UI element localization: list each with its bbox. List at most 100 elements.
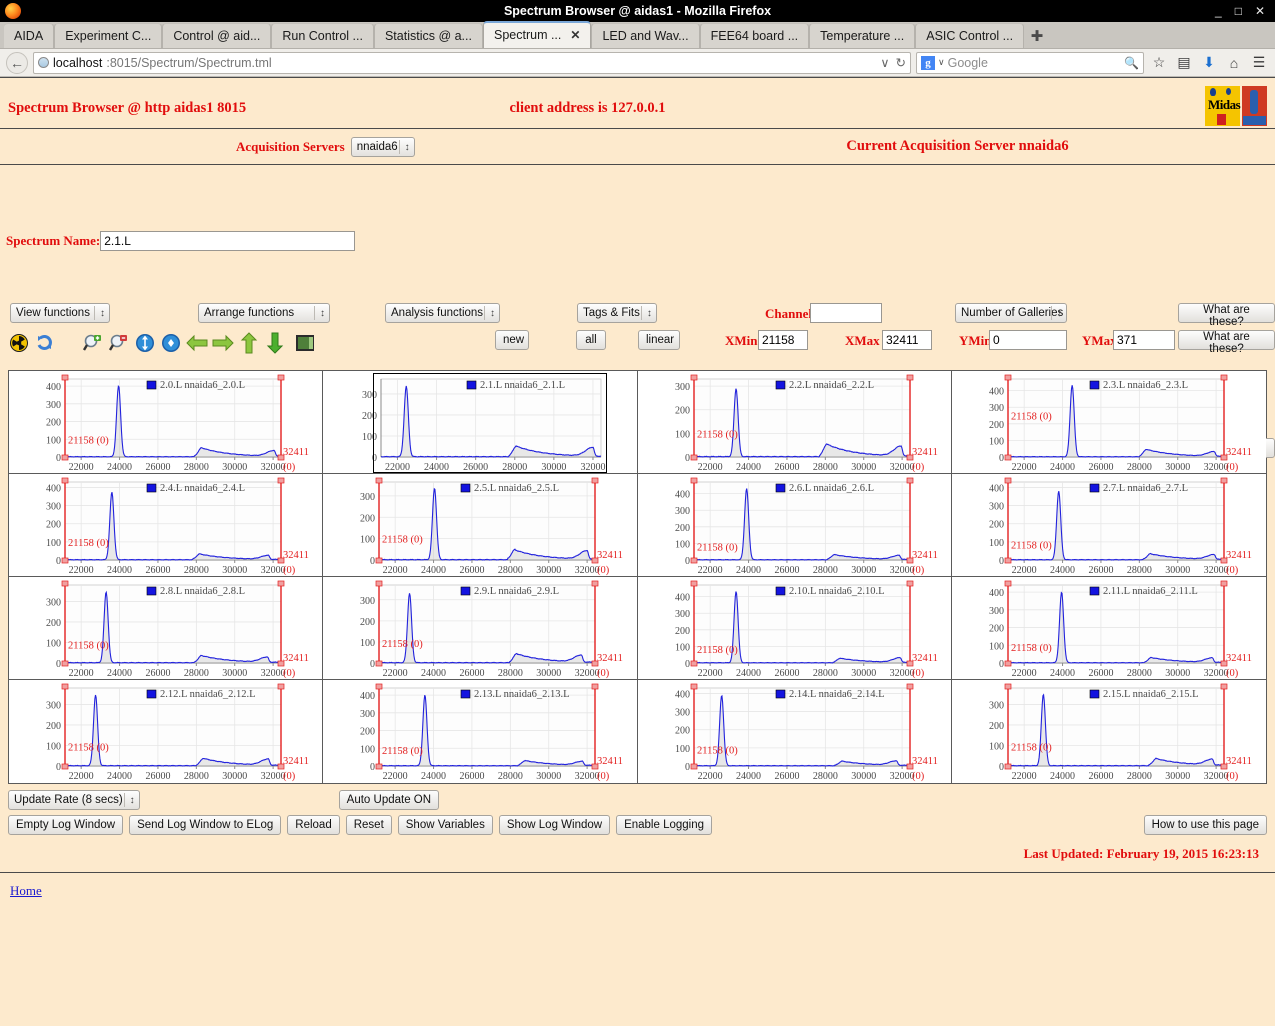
auto-update-button[interactable]: Auto Update ON: [338, 790, 440, 810]
minimize-button[interactable]: _: [1215, 0, 1222, 22]
tab-spectrum[interactable]: Spectrum ... ✕: [482, 21, 592, 48]
spectrum-panel-2-6-L[interactable]: 0 100 200 300 400 22000 24000 26000 28000 30000 32…: [637, 474, 952, 577]
spectrum-plot[interactable]: 0 100 200 300 400 22000 24000 26000 28000 30000 32…: [637, 680, 951, 783]
spectrum-plot[interactable]: 0 100 200 300 22000 24000 26000 28000 30000 32000…: [9, 577, 323, 679]
enable-logging-button[interactable]: Enable Logging: [616, 815, 713, 835]
empty-log-window-button[interactable]: Empty Log Window: [8, 815, 124, 835]
channel-input[interactable]: [810, 303, 882, 323]
spectrum-plot[interactable]: 0 100 200 300 400 22000 24000 26000 28000 30000 32…: [951, 474, 1266, 576]
arrow-down-icon[interactable]: [262, 332, 288, 354]
spectrum-panel-2-9-L[interactable]: 0 100 200 300 22000 24000 26000 28000 30000 32000…: [323, 577, 638, 680]
spectrum-panel-2-0-L[interactable]: 0 100 200 300 400 22000 24000 26000 28000 30000 32…: [9, 371, 324, 474]
expand-vertical-icon[interactable]: [132, 332, 158, 354]
tags-and-fits-select[interactable]: Tags & Fits: [577, 303, 657, 323]
tab-statistics[interactable]: Statistics @ a...: [373, 23, 483, 48]
reader-mode-icon[interactable]: ▤: [1174, 54, 1194, 71]
arrange-functions-select[interactable]: Arrange functions: [198, 303, 330, 323]
arrow-right-icon[interactable]: [210, 332, 236, 354]
spectrum-panel-2-3-L[interactable]: 0 100 200 300 400 22000 24000 26000 28000 30000 32…: [951, 371, 1266, 474]
reload-icon[interactable]: ↻: [896, 55, 906, 70]
arrow-up-icon[interactable]: [236, 332, 262, 354]
acquisition-server-select[interactable]: nnaida6: [350, 137, 415, 157]
arrow-left-icon[interactable]: [184, 332, 210, 354]
spectrum-panel-2-7-L[interactable]: 0 100 200 300 400 22000 24000 26000 28000 30000 32…: [951, 474, 1266, 577]
how-to-use-this-page-button[interactable]: How to use this page: [1143, 815, 1267, 835]
analysis-functions-select[interactable]: Analysis functions: [385, 303, 500, 323]
search-engine-dropdown-icon[interactable]: ∨: [938, 57, 945, 68]
spectrum-plot[interactable]: 0 100 200 300 400 22000 24000 26000 28000 30000 32…: [951, 371, 1266, 473]
tab-run-control[interactable]: Run Control ...: [271, 23, 374, 48]
ymin-input[interactable]: [989, 330, 1067, 350]
xmin-input[interactable]: [758, 330, 808, 350]
back-icon[interactable]: ←: [6, 51, 28, 74]
spectrum-panel-2-4-L[interactable]: 0 100 200 300 400 22000 24000 26000 28000 30000 32…: [9, 474, 324, 577]
what-are-these-button-2[interactable]: What are these?: [1178, 303, 1275, 328]
snapshot-icon[interactable]: [292, 332, 318, 354]
show-variables-button[interactable]: Show Variables: [397, 815, 493, 835]
tab-control[interactable]: Control @ aid...: [162, 23, 272, 48]
tab-temperature[interactable]: Temperature ...: [809, 23, 916, 48]
tab-aida[interactable]: AIDA: [4, 23, 55, 48]
show-log-window-button[interactable]: Show Log Window: [498, 815, 611, 835]
spectrum-panel-2-15-L[interactable]: 0 100 200 300 22000 24000 26000 28000 30000 32000…: [951, 680, 1266, 783]
spectrum-plot[interactable]: 0 100 200 300 22000 24000 26000 28000 30000 32000…: [9, 680, 323, 783]
spectrum-plot[interactable]: 0 100 200 300 22000 24000 26000 28000 30000 32000…: [323, 371, 637, 473]
number-of-galleries-select[interactable]: Number of Galleries: [955, 303, 1067, 323]
binoculars-icon[interactable]: 🔍: [1124, 56, 1139, 70]
what-are-these-button-3[interactable]: What are these?: [1178, 330, 1275, 355]
spectrum-plot[interactable]: 0 100 200 300 22000 24000 26000 28000 30000 32000…: [323, 474, 637, 576]
url-dropdown-icon[interactable]: ∨: [880, 55, 889, 70]
tab-close-icon[interactable]: ✕: [570, 23, 580, 48]
home-icon[interactable]: ⌂: [1224, 55, 1244, 71]
xmax-input[interactable]: [882, 330, 932, 350]
shrink-vertical-icon[interactable]: [158, 332, 184, 354]
all-button[interactable]: all: [576, 330, 606, 350]
spectrum-panel-2-2-L[interactable]: 0 100 200 300 22000 24000 26000 28000 30000 32000…: [637, 371, 952, 474]
linear-button[interactable]: linear: [638, 330, 680, 350]
new-tab-button[interactable]: ✚: [1024, 23, 1050, 48]
close-button[interactable]: ✕: [1255, 0, 1265, 22]
spectrum-plot[interactable]: 0 100 200 300 400 22000 24000 26000 28000 30000 32…: [637, 577, 951, 679]
svg-text:0: 0: [56, 453, 61, 464]
view-functions-select[interactable]: View functions: [10, 303, 110, 323]
spectrum-plot[interactable]: 0 100 200 300 400 22000 24000 26000 28000 30000 32…: [323, 680, 637, 783]
spectrum-name-input[interactable]: [100, 231, 356, 251]
spectrum-plot[interactable]: 0 100 200 300 400 22000 24000 26000 28000 30000 32…: [637, 474, 951, 576]
search-input[interactable]: Google: [948, 56, 988, 70]
reset-button[interactable]: Reset: [345, 815, 392, 835]
spectrum-panel-2-13-L[interactable]: 0 100 200 300 400 22000 24000 26000 28000 30000 32…: [323, 680, 638, 783]
spectrum-panel-2-8-L[interactable]: 0 100 200 300 22000 24000 26000 28000 30000 32000…: [9, 577, 324, 680]
tab-fee64-board[interactable]: FEE64 board ...: [699, 23, 810, 48]
tab-led-and-wav[interactable]: LED and Wav...: [591, 23, 700, 48]
spectrum-plot[interactable]: 0 100 200 300 22000 24000 26000 28000 30000 32000…: [951, 680, 1266, 783]
new-button[interactable]: new: [495, 330, 529, 350]
spectrum-panel-2-5-L[interactable]: 0 100 200 300 22000 24000 26000 28000 30000 32000…: [323, 474, 638, 577]
spectrum-panel-2-11-L[interactable]: 0 100 200 300 400 22000 24000 26000 28000 30000 32…: [951, 577, 1266, 680]
ymax-input[interactable]: [1113, 330, 1175, 350]
zoom-out-icon[interactable]: [106, 332, 132, 354]
zoom-in-icon[interactable]: [80, 332, 106, 354]
spectrum-panel-2-1-L[interactable]: 0 100 200 300 22000 24000 26000 28000 30000 32000…: [323, 371, 638, 474]
radiation-icon[interactable]: [6, 332, 32, 354]
update-rate-select[interactable]: Update Rate (8 secs): [8, 790, 140, 810]
tab-experiment-c[interactable]: Experiment C...: [54, 23, 163, 48]
menu-icon[interactable]: ☰: [1249, 54, 1269, 71]
home-link[interactable]: Home: [10, 883, 42, 898]
bookmark-star-icon[interactable]: ☆: [1149, 54, 1169, 71]
search-bar[interactable]: g ∨ Google 🔍: [916, 51, 1144, 74]
spectrum-panel-2-12-L[interactable]: 0 100 200 300 22000 24000 26000 28000 30000 32000…: [9, 680, 324, 783]
spectrum-panel-2-10-L[interactable]: 0 100 200 300 400 22000 24000 26000 28000 30000 32…: [637, 577, 952, 680]
download-icon[interactable]: ⬇: [1199, 54, 1219, 71]
maximize-button[interactable]: □: [1235, 0, 1242, 22]
address-bar[interactable]: localhost :8015/Spectrum/Spectrum.tml ∨ …: [33, 51, 911, 74]
send-log-to-elog-button[interactable]: Send Log Window to ELog: [129, 815, 282, 835]
refresh-icon[interactable]: [32, 332, 58, 354]
spectrum-plot[interactable]: 0 100 200 300 22000 24000 26000 28000 30000 32000…: [637, 371, 951, 473]
spectrum-plot[interactable]: 0 100 200 300 400 22000 24000 26000 28000 30000 32…: [9, 474, 323, 576]
spectrum-plot[interactable]: 0 100 200 300 400 22000 24000 26000 28000 30000 32…: [9, 371, 323, 473]
spectrum-panel-2-14-L[interactable]: 0 100 200 300 400 22000 24000 26000 28000 30000 32…: [637, 680, 952, 783]
spectrum-plot[interactable]: 0 100 200 300 400 22000 24000 26000 28000 30000 32…: [951, 577, 1266, 679]
reload-button[interactable]: Reload: [287, 815, 340, 835]
tab-asic-control[interactable]: ASIC Control ...: [915, 23, 1025, 48]
spectrum-plot[interactable]: 0 100 200 300 22000 24000 26000 28000 30000 32000…: [323, 577, 637, 679]
